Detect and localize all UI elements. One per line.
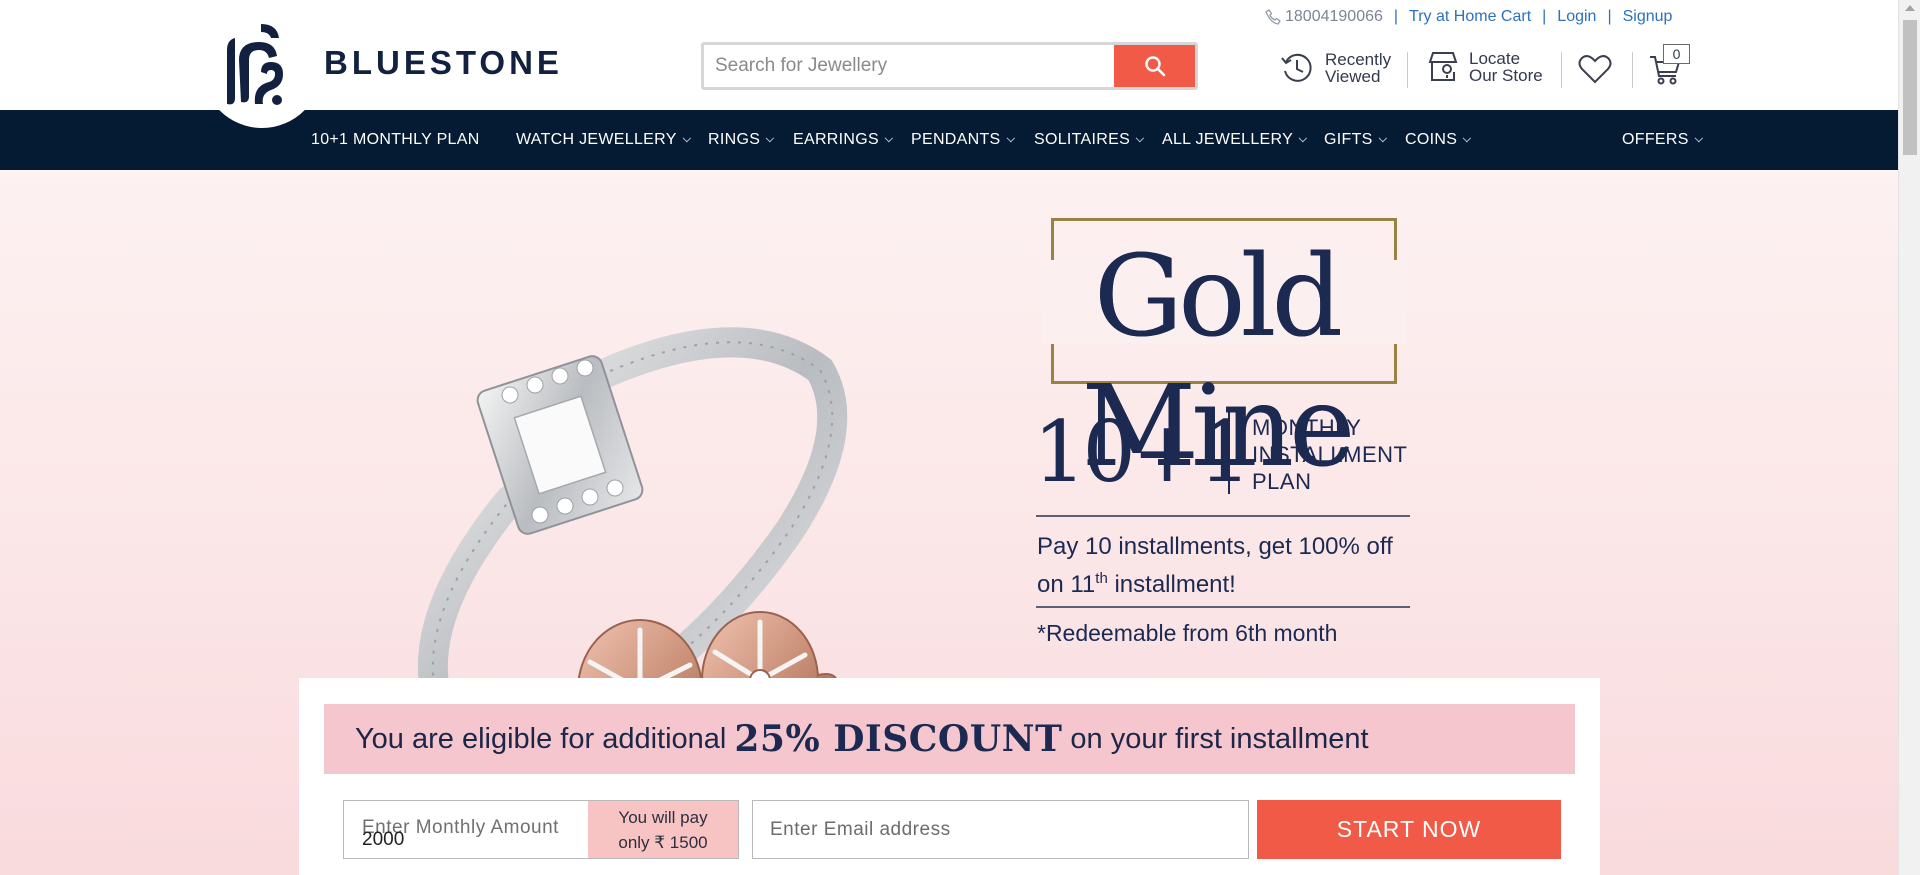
nav-label: OFFERS xyxy=(1622,131,1689,148)
nav-label: WATCH JEWELLERY xyxy=(516,131,677,148)
locate-label: Locate xyxy=(1469,49,1521,68)
history-clock-icon xyxy=(1281,53,1312,82)
bluestone-logo-icon[interactable] xyxy=(217,20,297,110)
chevron-down-icon xyxy=(1298,133,1308,143)
scroll-up-arrow-icon[interactable] xyxy=(1905,5,1915,11)
nav-item-offers[interactable]: OFFERS xyxy=(1622,110,1703,170)
discount-text: on your first installment xyxy=(1070,722,1369,755)
redeem-note: *Redeemable from 6th month xyxy=(1037,620,1338,646)
nav-item-pendants[interactable]: PENDANTS xyxy=(911,110,1015,170)
top-links-bar: 18004190066 | Try at Home Cart | Login |… xyxy=(1265,7,1672,27)
discount-highlight: 25% DISCOUNT xyxy=(734,718,1063,760)
chevron-down-icon xyxy=(682,133,691,143)
nav-label: RINGS xyxy=(708,131,761,148)
scroll-thumb[interactable] xyxy=(1903,20,1917,155)
nav-label: PENDANTS xyxy=(911,131,1001,148)
phone-contact[interactable]: 18004190066 xyxy=(1265,8,1383,26)
divider xyxy=(1036,515,1410,517)
nav-label: SOLITAIRES xyxy=(1034,131,1131,148)
nav-label: GIFTS xyxy=(1324,131,1373,148)
viewed-label: Viewed xyxy=(1325,67,1381,86)
discount-text: You are eligible for additional xyxy=(355,722,727,755)
search-icon xyxy=(1144,56,1165,77)
chevron-down-icon xyxy=(1694,133,1703,143)
start-now-button[interactable]: START NOW xyxy=(1257,800,1561,859)
signup-link[interactable]: Signup xyxy=(1623,8,1673,26)
login-link[interactable]: Login xyxy=(1557,8,1596,26)
separator: | xyxy=(1607,8,1612,25)
chevron-down-icon xyxy=(1378,133,1387,143)
brand-name[interactable]: BLUESTONE xyxy=(324,44,563,82)
divider xyxy=(1407,52,1408,88)
amount-value: 2000 xyxy=(362,829,405,850)
try-at-home-link[interactable]: Try at Home Cart xyxy=(1409,8,1531,26)
email-field[interactable] xyxy=(752,800,1249,859)
pay-offer-text: Pay 10 installments, get 100% off on 11t… xyxy=(1037,531,1393,601)
pay-line: on 11th installment! xyxy=(1037,570,1236,598)
divider xyxy=(1561,52,1562,88)
locate-store-button[interactable]: Locate Our Store xyxy=(1427,50,1543,84)
chevron-down-icon xyxy=(1462,133,1472,143)
nav-item-earrings[interactable]: EARRINGS xyxy=(793,110,894,170)
nav-label: EARRINGS xyxy=(793,131,879,148)
nav-label: COINS xyxy=(1405,131,1458,148)
search-input[interactable] xyxy=(704,45,1114,87)
phone-number: 18004190066 xyxy=(1285,8,1383,25)
pay-line: Pay 10 installments, get 100% off xyxy=(1037,533,1393,560)
recently-viewed-button[interactable]: Recently Viewed xyxy=(1279,50,1391,86)
chevron-down-icon xyxy=(1135,133,1145,143)
separator: | xyxy=(1542,8,1547,25)
nav-item-watch-jewellery[interactable]: WATCH JEWELLERY xyxy=(516,110,691,170)
chevron-down-icon xyxy=(884,133,894,143)
our-store-label: Our Store xyxy=(1469,66,1543,85)
site-header: BLUESTONE 18004190066 | Try at Home Cart… xyxy=(0,0,1898,128)
separator: | xyxy=(1393,8,1399,25)
nav-item-all-jewellery[interactable]: ALL JEWELLERY xyxy=(1162,110,1308,170)
page-scrollbar[interactable] xyxy=(1898,0,1920,875)
chevron-down-icon xyxy=(1006,133,1015,143)
divider xyxy=(1632,52,1633,88)
search-button[interactable] xyxy=(1114,45,1195,87)
nav-item-gifts[interactable]: GIFTS xyxy=(1324,110,1387,170)
recently-label: Recently xyxy=(1325,50,1392,69)
promo-title: Gold Mine xyxy=(1081,232,1356,492)
nav-item-rings[interactable]: RINGS xyxy=(708,110,775,170)
nav-label: ALL JEWELLERY xyxy=(1162,131,1294,148)
nav-label: 10+1 MONTHLY PLAN xyxy=(311,131,480,148)
cart-count-badge: 0 xyxy=(1663,44,1690,64)
search-box xyxy=(701,42,1198,90)
monthly-amount-field[interactable]: Enter Monthly Amount 2000 You will pay o… xyxy=(343,800,739,859)
nav-item-coins[interactable]: COINS xyxy=(1405,110,1472,170)
pay-label: You will pay xyxy=(618,808,708,827)
you-will-pay-box: You will pay only ₹ 1500 xyxy=(588,801,738,858)
discount-banner: You are eligible for additional 25% DISC… xyxy=(324,704,1575,774)
wishlist-heart-icon[interactable] xyxy=(1578,54,1612,84)
nav-item-solitaires[interactable]: SOLITAIRES xyxy=(1034,110,1145,170)
store-locator-icon xyxy=(1428,52,1458,81)
nav-item-monthly-plan[interactable]: 10+1 MONTHLY PLAN xyxy=(311,110,480,170)
divider xyxy=(1036,606,1410,608)
phone-icon xyxy=(1265,9,1281,25)
chevron-down-icon xyxy=(765,133,775,143)
pay-amount: only ₹ 1500 xyxy=(618,833,708,852)
